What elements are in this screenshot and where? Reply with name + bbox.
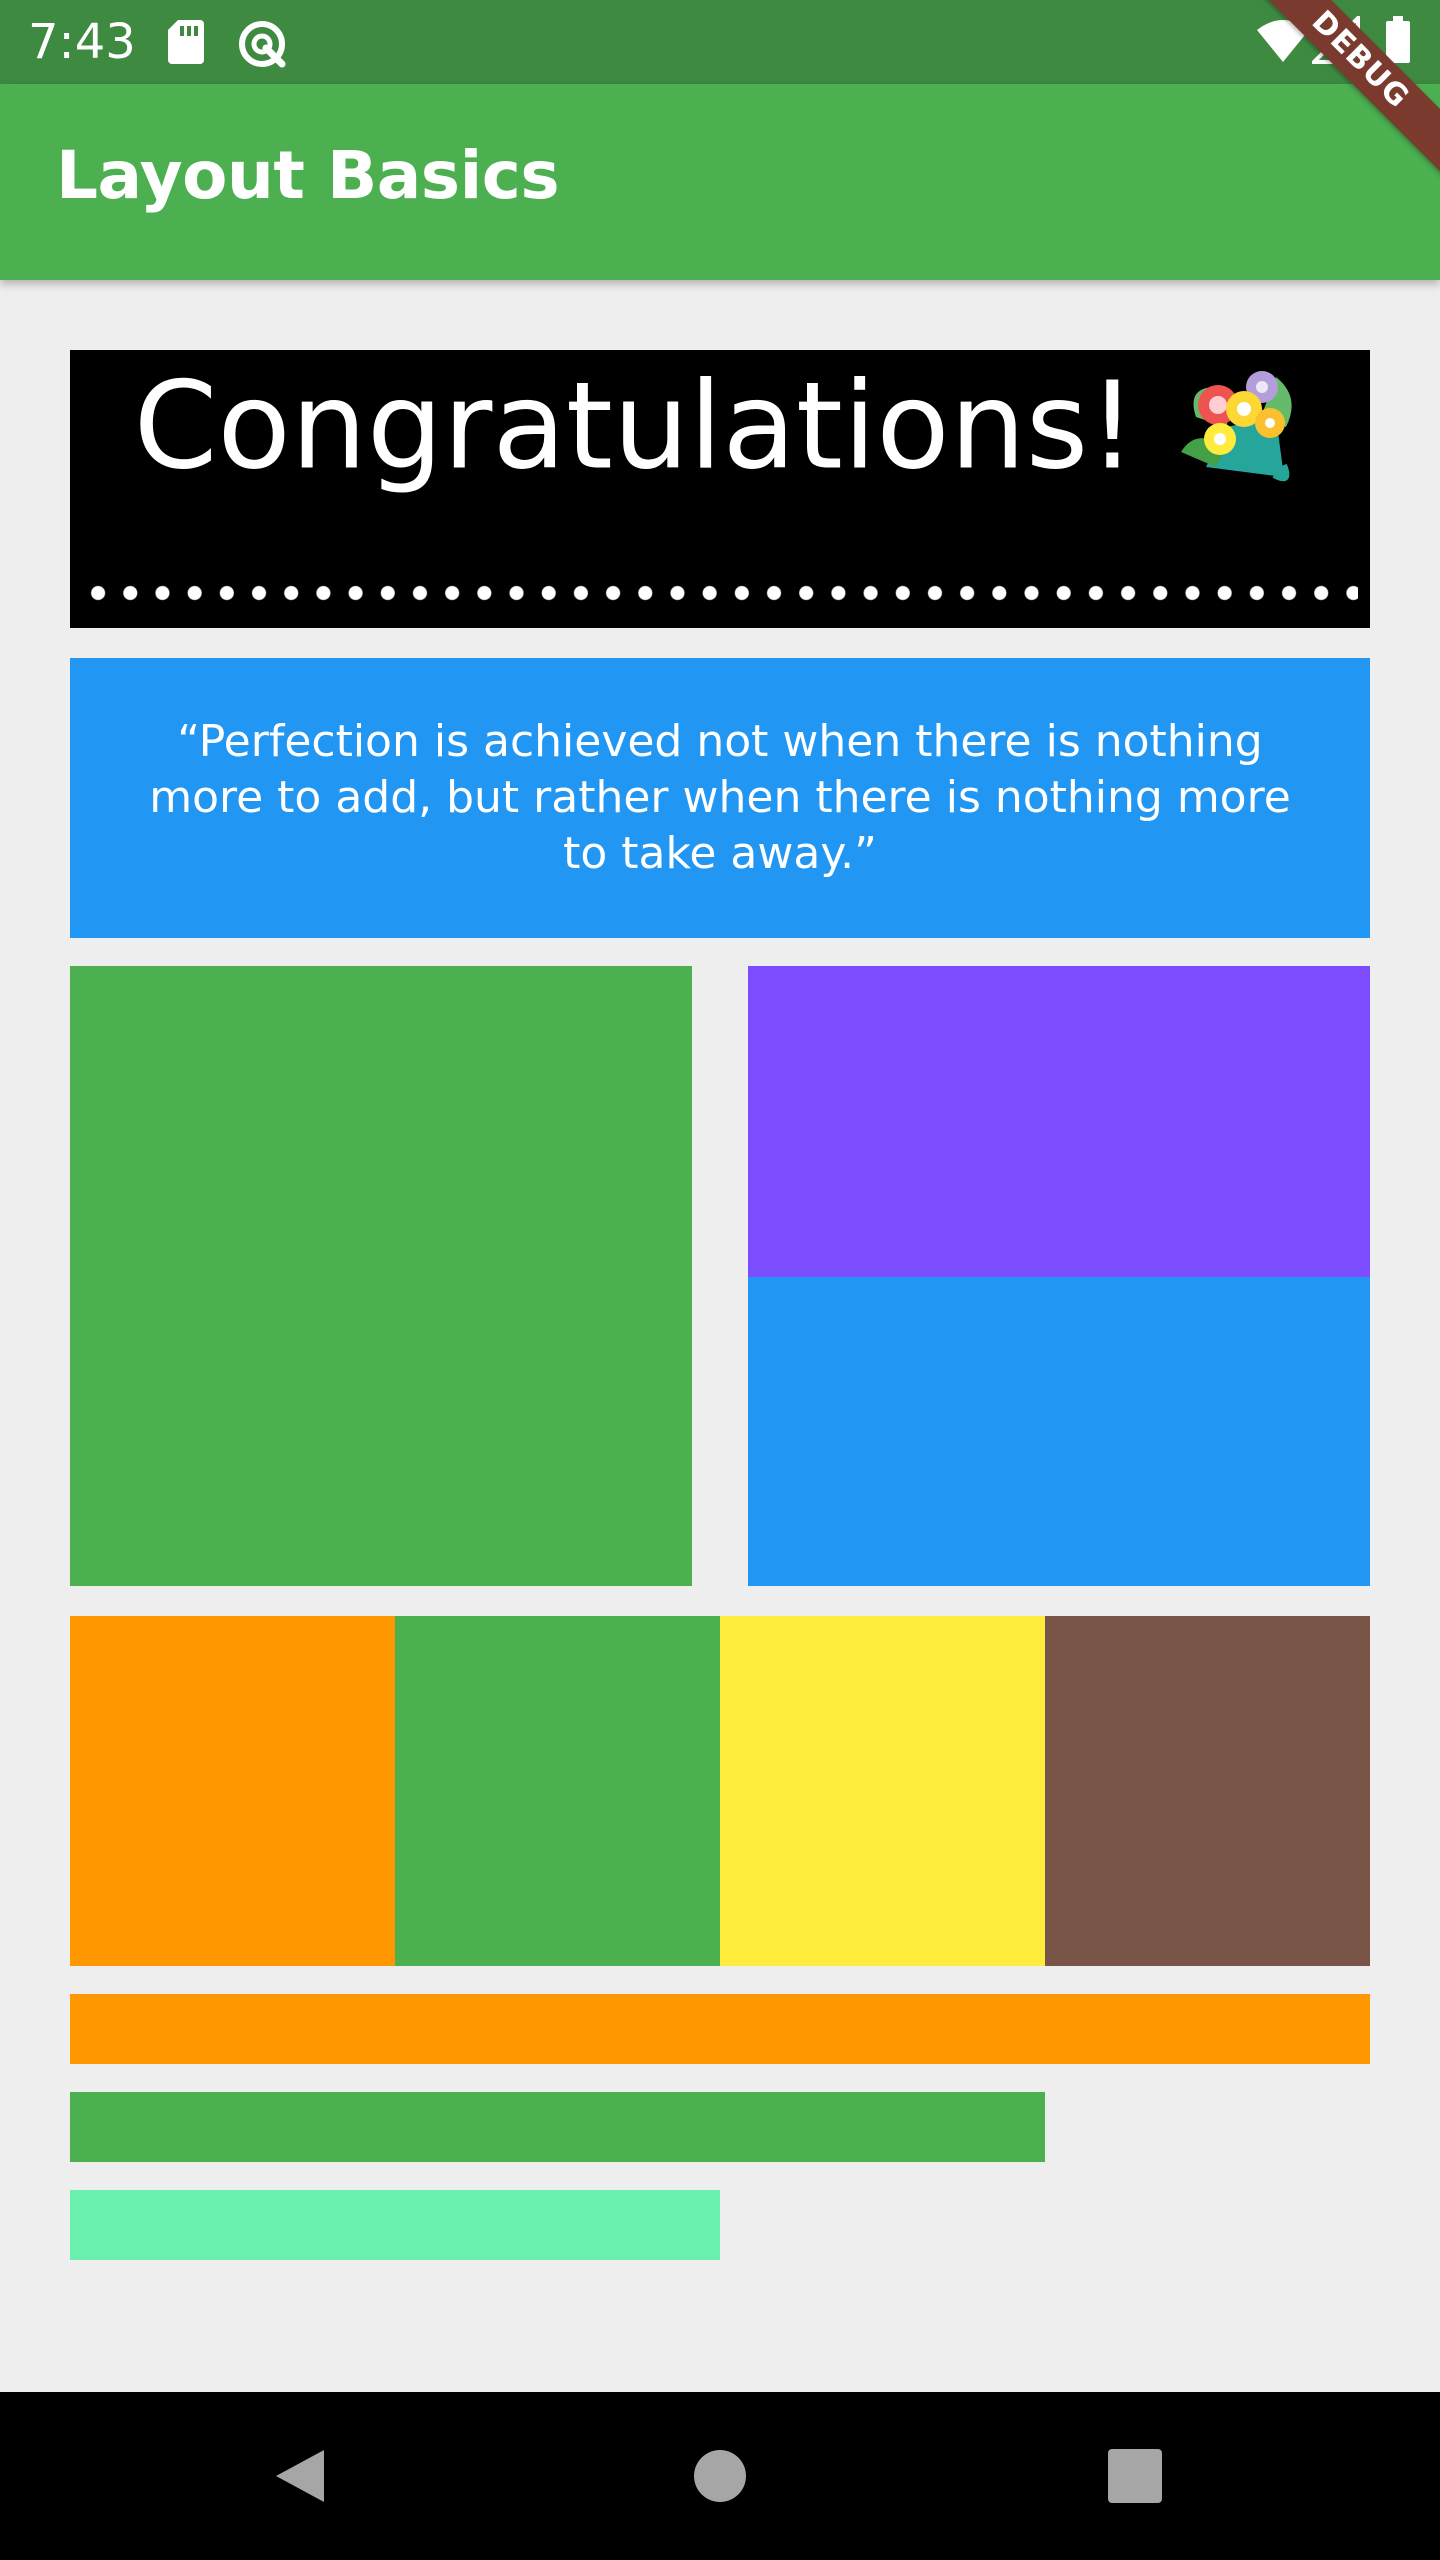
congrats-text: Congratulations! [133, 357, 1137, 497]
back-icon[interactable] [270, 2446, 330, 2506]
orange-bar [70, 1994, 1370, 2064]
status-bar: 7:43 [0, 0, 1440, 84]
q-logo-icon [239, 21, 286, 68]
orange-column [70, 1616, 395, 1966]
quote-box: “Perfection is achieved not when there i… [70, 658, 1370, 938]
green-bar [70, 2092, 1045, 2162]
blue-block [748, 1277, 1370, 1586]
app-bar: Layout Basics [0, 84, 1440, 280]
congrats-heading: Congratulations! [70, 350, 1370, 497]
app-title: Layout Basics [56, 137, 560, 214]
sd-card-icon [168, 20, 204, 64]
yellow-column [720, 1616, 1045, 1966]
screen: 7:43 DEBUG Layout Basics Congratulations… [0, 0, 1440, 2560]
home-icon[interactable] [690, 2446, 750, 2506]
brown-column [1045, 1616, 1370, 1966]
bouquet-icon [1181, 371, 1293, 482]
quote-text: “Perfection is achieved not when there i… [149, 716, 1291, 879]
mint-bar [70, 2190, 720, 2260]
green-column [395, 1616, 720, 1966]
recents-icon[interactable] [1105, 2446, 1165, 2506]
congrats-card: Congratulations! [70, 350, 1370, 628]
status-time: 7:43 [28, 14, 136, 70]
purple-block [748, 966, 1370, 1277]
dotted-line [82, 584, 1358, 602]
navigation-bar [0, 2392, 1440, 2560]
green-square [70, 966, 692, 1586]
